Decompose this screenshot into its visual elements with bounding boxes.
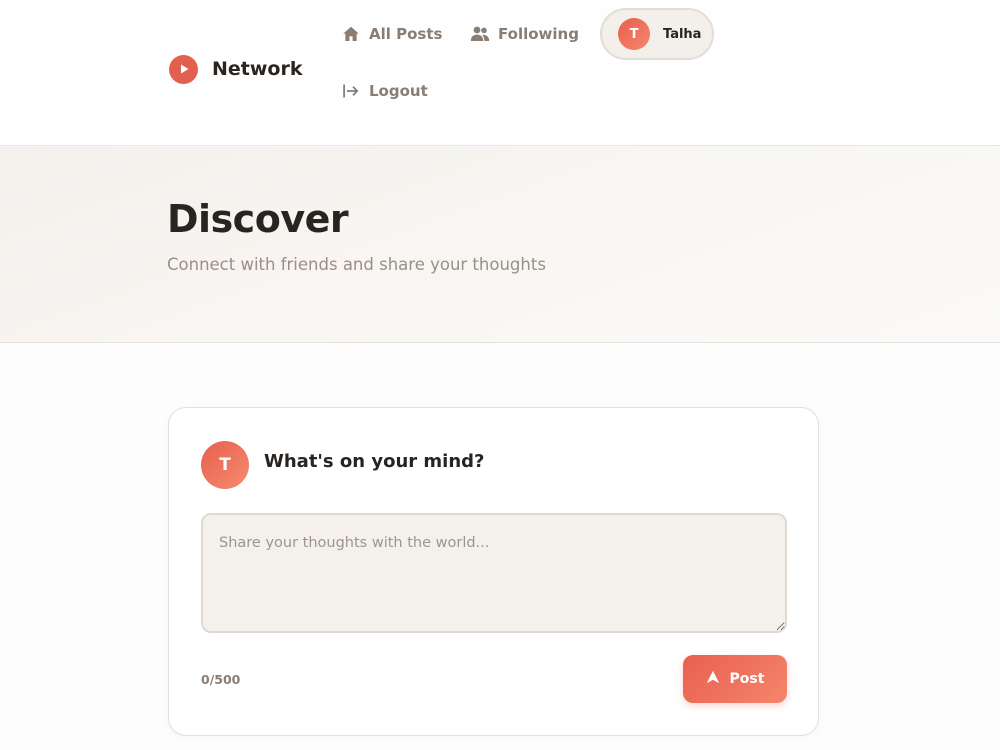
composer-title: What's on your mind? [264, 451, 485, 472]
avatar: T [618, 18, 650, 50]
page-subtitle: Connect with friends and share your thou… [167, 255, 546, 274]
home-icon [341, 24, 361, 44]
nav-following[interactable]: Following [470, 20, 579, 48]
users-icon [470, 24, 490, 44]
nav-all-posts[interactable]: All Posts [341, 20, 442, 48]
avatar: T [201, 441, 249, 489]
nav-logout[interactable]: Logout [341, 77, 428, 105]
nav-following-label: Following [498, 25, 579, 43]
nav-all-posts-label: All Posts [369, 25, 443, 43]
send-icon [706, 670, 720, 688]
character-counter: 0/500 [201, 672, 241, 687]
post-button[interactable]: Post [683, 655, 787, 703]
brand-name: Network [212, 58, 303, 80]
post-content-input[interactable] [201, 513, 787, 633]
top-navigation-bar: Network All Posts Following Logout T Tal… [0, 0, 1000, 146]
user-name: Talha [663, 26, 702, 42]
hero-banner: Discover Connect with friends and share … [0, 147, 1000, 343]
nav-logout-label: Logout [369, 82, 428, 100]
brand-link[interactable]: Network [169, 54, 302, 84]
play-icon [169, 54, 198, 84]
logout-icon [341, 81, 361, 101]
page-title: Discover [167, 197, 349, 241]
post-button-label: Post [729, 671, 765, 687]
new-post-card: T What's on your mind? 0/500 Post [168, 407, 819, 736]
user-profile-pill[interactable]: T Talha [600, 8, 714, 60]
